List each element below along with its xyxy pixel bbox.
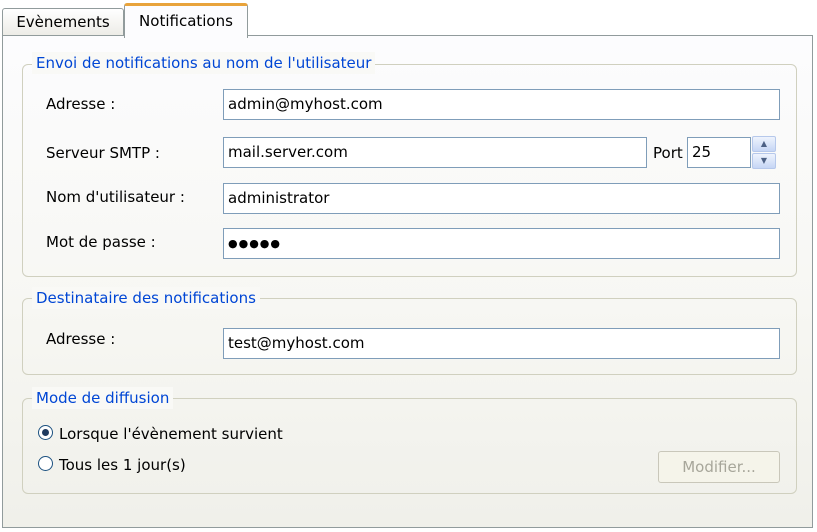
username-label: Nom d'utilisateur : — [46, 188, 185, 206]
modify-button[interactable]: Modifier... — [658, 451, 780, 483]
radio-periodic-label: Tous les 1 jour(s) — [59, 456, 186, 474]
tab-evenements[interactable]: Evènements — [2, 8, 124, 36]
sender-group-title: Envoi de notifications au nom de l'utili… — [32, 52, 376, 74]
radio-on-event-label: Lorsque l'évènement survient — [59, 425, 283, 443]
smtp-server-label: Serveur SMTP : — [46, 144, 160, 162]
port-input[interactable]: 25 — [687, 137, 751, 168]
password-label: Mot de passe : — [46, 233, 156, 251]
mode-group-title: Mode de diffusion — [32, 387, 174, 409]
recipient-group-title: Destinataire des notifications — [32, 287, 260, 309]
password-input[interactable]: ●●●●● — [223, 228, 780, 259]
tab-strip: Evènements Notifications — [0, 0, 817, 38]
recipient-address-input[interactable]: test@myhost.com — [223, 328, 780, 359]
radio-unchecked-icon — [38, 456, 53, 471]
radio-on-event[interactable]: Lorsque l'évènement survient — [38, 421, 283, 447]
tab-notifications[interactable]: Notifications — [124, 3, 248, 38]
radio-periodic[interactable]: Tous les 1 jour(s) — [38, 452, 186, 478]
recipient-address-label: Adresse : — [46, 330, 116, 348]
port-increment-button[interactable]: ▲ — [752, 136, 776, 152]
chevron-down-icon: ▼ — [760, 156, 768, 165]
radio-checked-icon — [38, 425, 53, 440]
smtp-server-input[interactable]: mail.server.com — [223, 137, 647, 168]
sender-address-label: Adresse : — [46, 95, 116, 113]
port-spinner: ▲ ▼ — [752, 136, 776, 169]
chevron-up-icon: ▲ — [760, 139, 768, 148]
port-decrement-button[interactable]: ▼ — [752, 153, 776, 169]
sender-address-input[interactable]: admin@myhost.com — [223, 89, 780, 120]
username-input[interactable]: administrator — [223, 183, 780, 214]
